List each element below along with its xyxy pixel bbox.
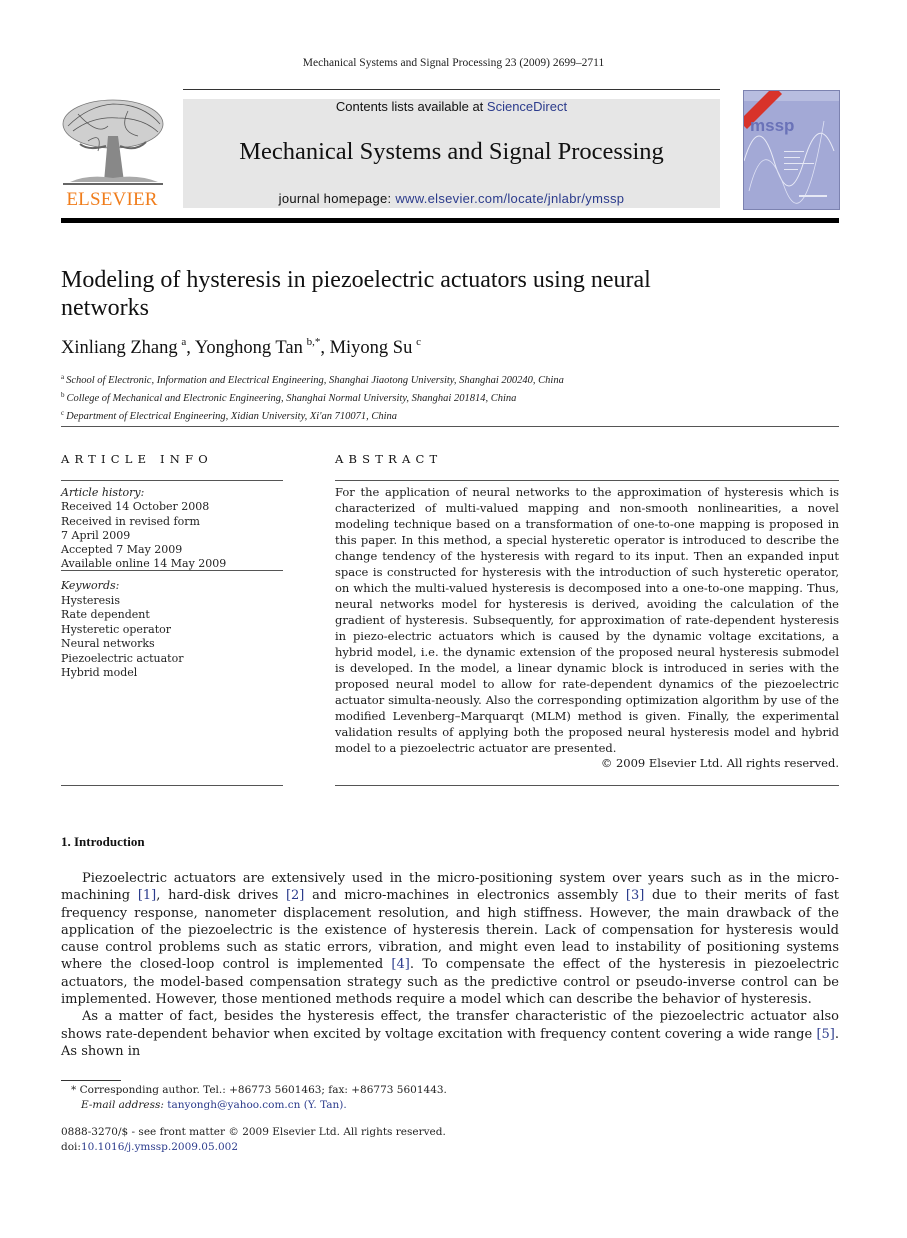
section-heading-introduction: 1. Introduction [61, 834, 145, 849]
affiliation-item: a School of Electronic, Information and E… [61, 370, 564, 388]
keyword-item: Hysteresis [61, 593, 120, 607]
divider [61, 480, 283, 481]
affiliation-mark: c [61, 409, 65, 417]
author-list: Xinliang Zhang a, Yonghong Tan b,*, Miyo… [61, 336, 421, 358]
affiliation-mark: a [61, 373, 65, 381]
article-title: Modeling of hysteresis in piezoelectric … [61, 267, 651, 321]
affiliation-text: College of Mechanical and Electronic Eng… [66, 393, 517, 404]
keyword-item: Piezoelectric actuator [61, 651, 184, 665]
divider [61, 426, 839, 427]
citation-link[interactable]: [5] [816, 1027, 834, 1042]
author-name[interactable]: Xinliang Zhang [61, 338, 178, 358]
paragraph-text: and micro-machines in electronics assemb… [304, 888, 626, 904]
paragraph: Piezoelectric actuators are extensively … [61, 870, 839, 1008]
keywords-label: Keywords: [61, 579, 120, 592]
paragraph-text: , hard-disk drives [156, 888, 286, 904]
corresponding-author-note: * Corresponding author. Tel.: +86773 560… [71, 1084, 447, 1096]
keyword-item: Hysteretic operator [61, 622, 172, 636]
journal-name: Mechanical Systems and Signal Processing [239, 138, 664, 165]
history-item: Received 14 October 2008 [61, 500, 210, 514]
affiliation-mark: b [61, 391, 65, 399]
email-label: E-mail address: [81, 1099, 168, 1111]
sciencedirect-link[interactable]: ScienceDirect [487, 99, 567, 114]
citation-link[interactable]: [1] [138, 888, 156, 903]
article-history: Article history: Received 14 October 200… [61, 486, 226, 572]
paragraph: As a matter of fact, besides the hystere… [61, 1008, 839, 1060]
affiliation-text: Department of Electrical Engineering, Xi… [66, 411, 398, 422]
citation-link[interactable]: [3] [626, 888, 644, 903]
doi-prefix: doi: [61, 1141, 81, 1153]
keyword-item: Neural networks [61, 637, 155, 650]
history-item: Accepted 7 May 2009 [61, 543, 183, 557]
keyword-item: Hybrid model [61, 666, 138, 679]
keyword-item: Rate dependent [61, 608, 150, 621]
homepage-link[interactable]: www.elsevier.com/locate/jnlabr/ymssp [395, 191, 624, 206]
author-name[interactable]: Miyong Su [330, 338, 413, 358]
citation-link[interactable]: [4] [391, 957, 409, 972]
author-mark: c [416, 336, 421, 348]
abstract-heading: ABSTRACT [335, 452, 443, 466]
affiliation-text: School of Electronic, Information and El… [66, 375, 564, 386]
author-mark: b,* [306, 336, 321, 348]
affiliation-item: b College of Mechanical and Electronic En… [61, 388, 564, 406]
divider [335, 785, 839, 786]
journal-cover-thumbnail[interactable]: mssp [743, 90, 840, 210]
citation-link[interactable]: [2] [286, 888, 304, 903]
header-rule [183, 89, 720, 90]
footnote-rule [61, 1080, 121, 1081]
introduction-body: Piezoelectric actuators are extensively … [61, 870, 839, 1060]
doi-line: doi:10.1016/j.ymssp.2009.05.002 [61, 1140, 446, 1155]
homepage-line: journal homepage: www.elsevier.com/locat… [183, 191, 720, 206]
cover-label: mssp [750, 116, 794, 135]
divider [61, 570, 283, 571]
cover-art-icon: mssp [744, 91, 839, 209]
email-line: E-mail address: tanyongh@yahoo.com.cn (Y… [61, 1098, 447, 1113]
contents-prefix: Contents lists available at [335, 99, 487, 114]
tree-icon [62, 99, 164, 185]
footnote: * Corresponding author. Tel.: +86773 560… [61, 1083, 447, 1113]
history-item: 7 April 2009 [61, 528, 131, 542]
issn-line: 0888-3270/$ - see front matter © 2009 El… [61, 1126, 446, 1138]
abstract-body: For the application of neural networks t… [335, 485, 839, 755]
running-head: Mechanical Systems and Signal Processing… [302, 57, 605, 69]
history-label: Article history: [61, 486, 145, 499]
homepage-prefix: journal homepage: [278, 191, 396, 206]
author-mark: a [181, 336, 187, 348]
affiliations: a School of Electronic, Information and E… [61, 370, 564, 424]
article-info-heading: ARTICLE INFO [61, 452, 213, 466]
affiliation-item: c Department of Electrical Engineering, X… [61, 406, 564, 424]
doi-link[interactable]: 10.1016/j.ymssp.2009.05.002 [81, 1141, 238, 1153]
contents-line: Contents lists available at ScienceDirec… [183, 99, 720, 114]
masthead-thick-rule [61, 218, 839, 223]
keywords: Keywords: Hysteresis Rate dependent Hyst… [61, 579, 183, 681]
email-link[interactable]: tanyongh@yahoo.com.cn (Y. Tan). [167, 1099, 346, 1111]
divider [335, 480, 839, 481]
divider [61, 785, 283, 786]
author-name[interactable]: Yonghong Tan [195, 338, 303, 358]
elsevier-wordmark: ELSEVIER [66, 189, 158, 210]
history-item: Received in revised form [61, 514, 200, 528]
abstract-copyright: © 2009 Elsevier Ltd. All rights reserved… [600, 756, 839, 770]
issn-block: 0888-3270/$ - see front matter © 2009 El… [61, 1125, 446, 1155]
paragraph-text: As a matter of fact, besides the hystere… [61, 1009, 839, 1042]
